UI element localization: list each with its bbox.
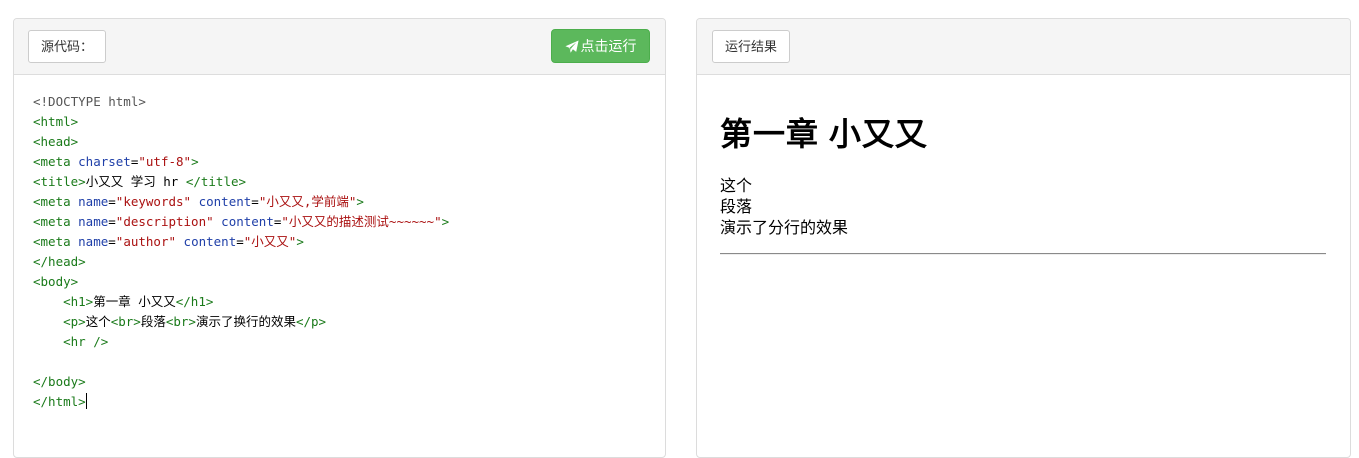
- code-line: <meta name="keywords" content="小又又,学前端">: [33, 192, 665, 212]
- code-token: =: [236, 234, 244, 249]
- code-token: name: [78, 194, 109, 209]
- code-token: "author": [115, 234, 177, 249]
- code-token: =: [108, 214, 116, 229]
- code-token: content: [183, 234, 237, 249]
- result-paragraph: 这个 段落 演示了分行的效果: [720, 176, 1326, 239]
- code-token: 小又又 学习 hr: [85, 174, 186, 189]
- code-token: <hr />: [63, 334, 109, 349]
- code-token: name: [78, 234, 109, 249]
- code-token: =: [108, 234, 116, 249]
- code-token: <meta: [33, 154, 79, 169]
- run-button[interactable]: 点击运行: [551, 29, 650, 63]
- code-line: </body>: [33, 372, 665, 392]
- code-line: <p>这个<br>段落<br>演示了换行的效果</p>: [33, 312, 665, 332]
- code-token: name: [78, 214, 109, 229]
- code-token: >: [296, 234, 304, 249]
- code-token: 第一章 小又又: [93, 294, 176, 309]
- code-line: <hr />: [33, 332, 665, 352]
- code-token: "utf-8": [138, 154, 192, 169]
- code-token: =: [251, 194, 259, 209]
- code-token: 段落: [140, 314, 166, 329]
- code-token: content: [198, 194, 252, 209]
- code-token: <!DOCTYPE html>: [33, 94, 146, 109]
- code-line: <!DOCTYPE html>: [33, 92, 665, 112]
- code-token: charset: [78, 154, 131, 169]
- code-line: <body>: [33, 272, 665, 292]
- result-panel: 运行结果 第一章 小又又 这个 段落 演示了分行的效果: [696, 18, 1351, 458]
- code-token: <html>: [33, 114, 79, 129]
- code-token: <title>: [33, 174, 86, 189]
- horizontal-rule: [720, 253, 1326, 255]
- code-line: </head>: [33, 252, 665, 272]
- code-editor[interactable]: <!DOCTYPE html> <html> <head> <meta charset…: [33, 92, 665, 412]
- paragraph-line: 演示了分行的效果: [720, 220, 849, 237]
- code-token: <meta: [33, 214, 79, 229]
- code-token: <body>: [33, 274, 79, 289]
- code-token: 这个: [85, 314, 111, 329]
- code-token: </body>: [33, 374, 86, 389]
- code-token: <head>: [33, 134, 79, 149]
- source-code-panel: 源代码： 点击运行 <!DOCTYPE html> <html> <head> <me…: [13, 18, 666, 458]
- paper-plane-icon: [564, 40, 579, 53]
- code-token: </html>: [33, 394, 86, 409]
- code-token: <br>: [165, 314, 196, 329]
- code-token: "小又又,学前端": [258, 194, 357, 209]
- code-line: </html>: [33, 392, 665, 412]
- code-token: 演示了换行的效果: [195, 314, 296, 329]
- code-token: "小又又": [243, 234, 297, 249]
- code-token: =: [108, 194, 116, 209]
- source-code-label-button[interactable]: 源代码：: [28, 30, 107, 63]
- code-token: <meta: [33, 234, 79, 249]
- code-token: content: [221, 214, 274, 229]
- code-token: <meta: [33, 194, 79, 209]
- code-token: >: [356, 194, 364, 209]
- result-panel-header: 运行结果: [697, 19, 1350, 75]
- code-token: "小又又的描述测试~~~~~~": [281, 214, 442, 229]
- code-line: <head>: [33, 132, 665, 152]
- code-token: </p>: [295, 314, 327, 329]
- code-line: <h1>第一章 小又又</h1>: [33, 292, 665, 312]
- code-line: <html>: [33, 112, 665, 132]
- code-line: <meta charset="utf-8">: [33, 152, 665, 172]
- source-panel-header: 源代码： 点击运行: [14, 19, 665, 75]
- code-token: <p>: [63, 314, 86, 329]
- code-token: </title>: [185, 174, 247, 189]
- text-cursor: [85, 393, 87, 409]
- result-heading: 第一章 小又又: [720, 116, 928, 152]
- code-token: >: [441, 214, 450, 229]
- paragraph-line: 这个: [720, 178, 753, 195]
- code-token: <h1>: [63, 294, 94, 309]
- code-line: <meta name="description" content="小又又的描述…: [33, 212, 665, 232]
- code-token: <br>: [110, 314, 141, 329]
- code-line: <meta name="author" content="小又又">: [33, 232, 665, 252]
- code-token: </head>: [33, 254, 86, 269]
- run-button-label: 点击运行: [580, 38, 637, 54]
- code-token: "description": [115, 214, 214, 229]
- code-token: </h1>: [175, 294, 214, 309]
- code-token: >: [191, 154, 199, 169]
- code-token: "keywords": [115, 194, 192, 209]
- code-line: <title>小又又 学习 hr </title>: [33, 172, 665, 192]
- result-output: 第一章 小又又 这个 段落 演示了分行的效果: [720, 92, 1326, 255]
- result-label-button[interactable]: 运行结果: [712, 30, 791, 63]
- paragraph-line: 段落: [720, 199, 753, 216]
